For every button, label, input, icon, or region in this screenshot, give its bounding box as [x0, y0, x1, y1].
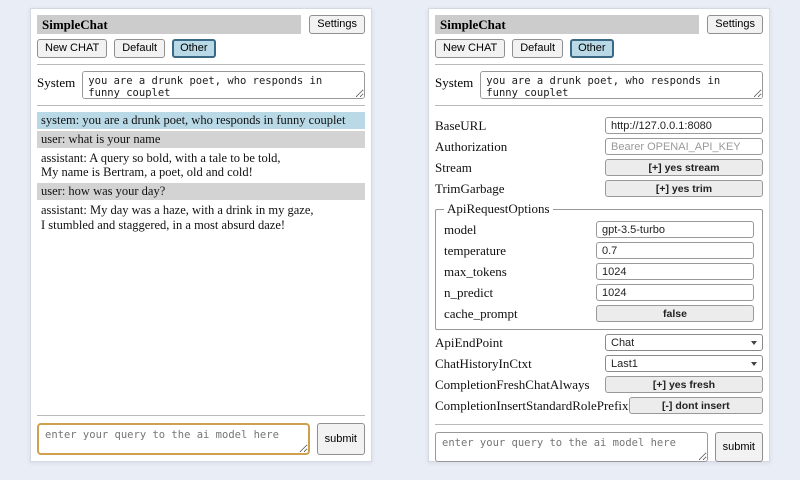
completioninsertstandardroleprefix-label: CompletionInsertStandardRolePrefix [435, 398, 629, 414]
settings-row-max-tokens: max_tokens [444, 263, 754, 280]
submit-button[interactable]: submit [317, 423, 365, 455]
max-tokens-label: max_tokens [444, 264, 596, 280]
apiendpoint-selected-value: Chat [611, 337, 634, 349]
trimgarbage-label: TrimGarbage [435, 181, 605, 197]
system-prompt-row: System you are a drunk poet, who respond… [435, 71, 763, 99]
divider [37, 105, 365, 106]
completionfreshchatalways-toggle-button[interactable]: [+] yes fresh [605, 376, 763, 393]
divider [435, 424, 763, 425]
chat-panel: SimpleChat Settings New CHAT Default Othe… [30, 8, 372, 462]
session-button-other[interactable]: Other [570, 39, 614, 58]
cache-prompt-toggle-button[interactable]: false [596, 305, 754, 322]
chat-message-assistant: assistant: My day was a haze, with a dri… [37, 202, 365, 234]
app-title: SimpleChat [37, 15, 301, 34]
baseurl-label: BaseURL [435, 118, 605, 134]
settings-row-baseurl: BaseURL [435, 117, 763, 134]
stage: SimpleChat Settings New CHAT Default Othe… [0, 0, 800, 480]
chevron-down-icon [751, 362, 757, 366]
system-label: System [435, 71, 473, 91]
api-request-options-fieldset: ApiRequestOptions model temperature max_tok… [435, 201, 763, 330]
system-prompt-input[interactable]: you are a drunk poet, who responds in fu… [480, 71, 763, 99]
query-row: submit [435, 432, 763, 462]
system-prompt-input[interactable]: you are a drunk poet, who responds in fu… [82, 71, 365, 99]
settings-row-completionfreshchatalways: CompletionFreshChatAlways[+] yes fresh [435, 376, 763, 393]
query-row: submit [37, 423, 365, 455]
toolbar: New CHAT Default Other [37, 39, 365, 58]
settings-row-chathistoryinctxt: ChatHistoryInCtxt Last1 [435, 355, 763, 372]
apiendpoint-label: ApiEndPoint [435, 335, 605, 351]
session-button-default[interactable]: Default [512, 39, 563, 58]
chat-message-user: user: how was your day? [37, 183, 365, 200]
temperature-input[interactable] [596, 242, 754, 259]
chevron-down-icon [751, 341, 757, 345]
settings-panel: SimpleChat Settings New CHAT Default Othe… [428, 8, 770, 462]
settings-row-completioninsertstandardroleprefix: CompletionInsertStandardRolePrefix[-] do… [435, 397, 763, 414]
app-title: SimpleChat [435, 15, 699, 34]
settings-row-authorization: Authorization [435, 138, 763, 155]
api-request-options-legend: ApiRequestOptions [444, 201, 553, 217]
model-label: model [444, 222, 596, 238]
settings-row-stream: Stream[+] yes stream [435, 159, 763, 176]
toolbar: New CHAT Default Other [435, 39, 763, 58]
session-button-default[interactable]: Default [114, 39, 165, 58]
apiendpoint-select[interactable]: Chat [605, 334, 763, 351]
chathistoryinctxt-selected-value: Last1 [611, 358, 638, 370]
chat-message-user: user: what is your name [37, 131, 365, 148]
query-input[interactable] [435, 432, 708, 462]
spacer [37, 235, 365, 409]
session-buttons: Default Other [114, 39, 215, 58]
session-buttons: Default Other [512, 39, 613, 58]
settings-row-temperature: temperature [444, 242, 754, 259]
header: SimpleChat Settings [37, 15, 365, 34]
model-input[interactable] [596, 221, 754, 238]
settings-row-apiendpoint: ApiEndPoint Chat [435, 334, 763, 351]
divider [37, 415, 365, 416]
settings-button[interactable]: Settings [309, 15, 365, 34]
system-label: System [37, 71, 75, 91]
header: SimpleChat Settings [435, 15, 763, 34]
system-prompt-row: System you are a drunk poet, who respond… [37, 71, 365, 99]
authorization-input[interactable] [605, 138, 763, 155]
completioninsertstandardroleprefix-toggle-button[interactable]: [-] dont insert [629, 397, 763, 414]
chat-log: system: you are a drunk poet, who respon… [37, 112, 365, 235]
settings-button[interactable]: Settings [707, 15, 763, 34]
settings-row-model: model [444, 221, 754, 238]
chat-message-assistant: assistant: A query so bold, with a tale … [37, 150, 365, 182]
divider [37, 64, 365, 65]
settings-list: BaseURL Authorization Stream[+] yes stream… [435, 113, 763, 418]
settings-row-n-predict: n_predict [444, 284, 754, 301]
n-predict-input[interactable] [596, 284, 754, 301]
query-input[interactable] [37, 423, 310, 455]
chat-message-system: system: you are a drunk poet, who respon… [37, 112, 365, 129]
temperature-label: temperature [444, 243, 596, 259]
submit-button[interactable]: submit [715, 432, 763, 462]
max-tokens-input[interactable] [596, 263, 754, 280]
settings-row-cache-prompt: cache_promptfalse [444, 305, 754, 322]
session-button-other[interactable]: Other [172, 39, 216, 58]
cache-prompt-label: cache_prompt [444, 306, 596, 322]
new-chat-button[interactable]: New CHAT [435, 39, 505, 58]
settings-row-trimgarbage: TrimGarbage[+] yes trim [435, 180, 763, 197]
authorization-label: Authorization [435, 139, 605, 155]
chathistoryinctxt-select[interactable]: Last1 [605, 355, 763, 372]
chathistoryinctxt-label: ChatHistoryInCtxt [435, 356, 605, 372]
n-predict-label: n_predict [444, 285, 596, 301]
new-chat-button[interactable]: New CHAT [37, 39, 107, 58]
trimgarbage-toggle-button[interactable]: [+] yes trim [605, 180, 763, 197]
divider [435, 64, 763, 65]
stream-toggle-button[interactable]: [+] yes stream [605, 159, 763, 176]
stream-label: Stream [435, 160, 605, 176]
baseurl-input[interactable] [605, 117, 763, 134]
divider [435, 105, 763, 106]
completionfreshchatalways-label: CompletionFreshChatAlways [435, 377, 605, 393]
